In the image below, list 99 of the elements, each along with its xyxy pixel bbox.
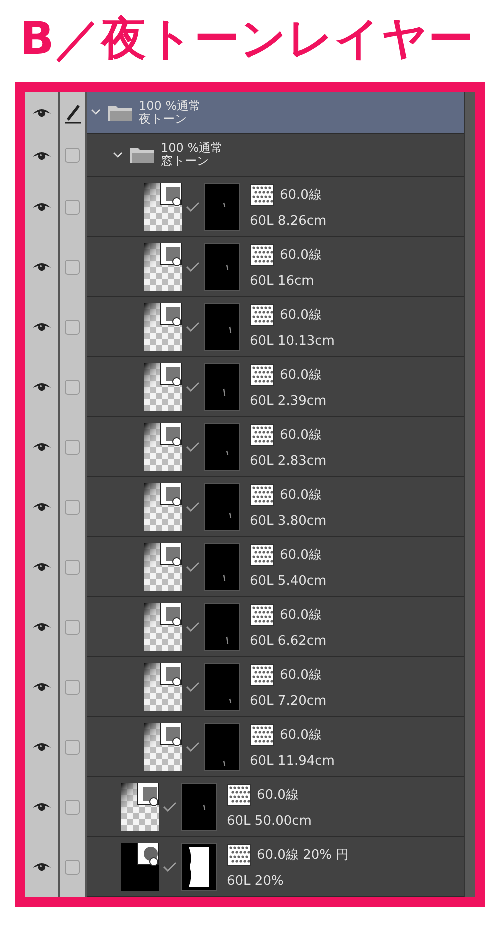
mask-thumbnail-icon [181,782,217,830]
mask-thumbnail-icon [204,242,240,290]
tone-icon [250,304,274,326]
screen-setting: 60.0線 [280,487,322,504]
screen-setting: 60.0線 [280,547,322,564]
layer-thumbnail-icon [121,842,159,890]
mask-thumbnail-icon [204,602,240,650]
check-icon [163,862,177,872]
eye-icon[interactable] [32,441,52,453]
check-icon [186,382,200,392]
eye-icon[interactable] [32,381,52,393]
screen-setting: 60.0線 [280,667,322,684]
layer-name: 60L 5.40cm [250,574,327,589]
screen-setting: 60.0線 [280,187,322,204]
tone-icon [250,424,274,446]
tone-icon [250,604,274,626]
mask-thumbnail-icon [204,662,240,710]
screen-setting: 60.0線 20% 円 [257,847,350,864]
check-icon [186,562,200,572]
pen-icon[interactable] [64,102,82,124]
layer-name: 窓トーン [161,155,210,168]
check-icon [186,622,200,632]
screen-setting: 60.0線 [280,367,322,384]
chevron-down-icon[interactable] [113,152,123,158]
layer-blend-mode: 100 %通常 [139,100,202,112]
screen-setting: 60.0線 [280,247,322,264]
tone-icon [250,724,274,746]
screen-setting: 60.0線 [280,607,322,624]
tone-icon [227,844,251,866]
checkbox[interactable] [65,440,80,454]
page-title: B／夜トーンレイヤー [20,11,474,67]
checkbox[interactable] [65,500,80,514]
tone-icon [250,184,274,206]
eye-icon[interactable] [32,681,52,693]
mask-thumbnail-icon [204,422,240,470]
checkbox[interactable] [65,680,80,694]
mask-thumbnail-icon [204,722,240,770]
layer-name: 60L 50.00cm [227,814,312,829]
layer-name: 60L 20% [227,874,285,889]
check-icon [186,322,200,332]
eye-icon[interactable] [32,107,52,119]
check-icon [186,502,200,512]
tone-icon [250,364,274,386]
check-icon [186,442,200,452]
screen-setting: 60.0線 [257,787,299,804]
chevron-down-icon[interactable] [91,109,101,116]
eye-icon[interactable] [32,861,52,873]
eye-icon[interactable] [32,150,52,162]
checkbox[interactable] [65,740,80,754]
layer-name: 60L 8.26cm [250,214,327,229]
eye-icon[interactable] [32,801,52,813]
layer-name: 夜トーン [139,112,188,126]
checkbox[interactable] [65,800,80,814]
layer-name: 60L 7.20cm [250,694,327,709]
folder-icon [129,146,155,164]
eye-icon[interactable] [32,621,52,633]
checkbox[interactable] [65,560,80,574]
checkbox[interactable] [65,200,80,214]
mask-thumbnail-icon [204,542,240,590]
tone-icon [250,544,274,566]
checkbox[interactable] [65,620,80,634]
mask-thumbnail-icon [204,302,240,350]
checkbox[interactable] [65,860,80,874]
layer-name: 60L 10.13cm [250,334,335,349]
check-icon [186,262,200,272]
eye-icon[interactable] [32,261,52,273]
tone-icon [250,484,274,506]
mask-thumbnail-icon [204,482,240,530]
eye-icon[interactable] [32,321,52,333]
tone-icon [250,664,274,686]
screen-setting: 60.0線 [280,727,322,744]
eye-icon[interactable] [32,501,52,513]
layer-name: 60L 11.94cm [250,754,335,769]
check-icon [163,802,177,812]
screen-setting: 60.0線 [280,427,322,444]
folder-icon [107,104,133,122]
eye-icon[interactable] [32,561,52,573]
checkbox[interactable] [65,260,80,274]
screen-setting: 60.0線 [280,307,322,324]
mask-thumbnail-icon [204,362,240,410]
eye-icon[interactable] [32,741,52,753]
layer-name: 60L 2.83cm [250,454,327,469]
check-icon [186,682,200,692]
mask-thumbnail-icon [181,842,217,890]
layer-blend-mode: 100 %通常 [161,142,224,155]
layer-name: 60L 6.62cm [250,634,327,649]
tone-icon [227,784,251,806]
layer-name: 60L 16cm [250,274,316,289]
check-icon [186,202,200,212]
checkbox[interactable] [65,148,80,163]
scrollbar[interactable] [464,92,475,897]
check-icon [186,742,200,752]
tone-icon [250,244,274,266]
checkbox[interactable] [65,320,80,334]
mask-thumbnail-icon [204,182,240,230]
eye-icon[interactable] [32,201,52,213]
checkbox[interactable] [65,380,80,394]
layer-name: 60L 2.39cm [250,394,327,409]
layer-name: 60L 3.80cm [250,514,327,529]
